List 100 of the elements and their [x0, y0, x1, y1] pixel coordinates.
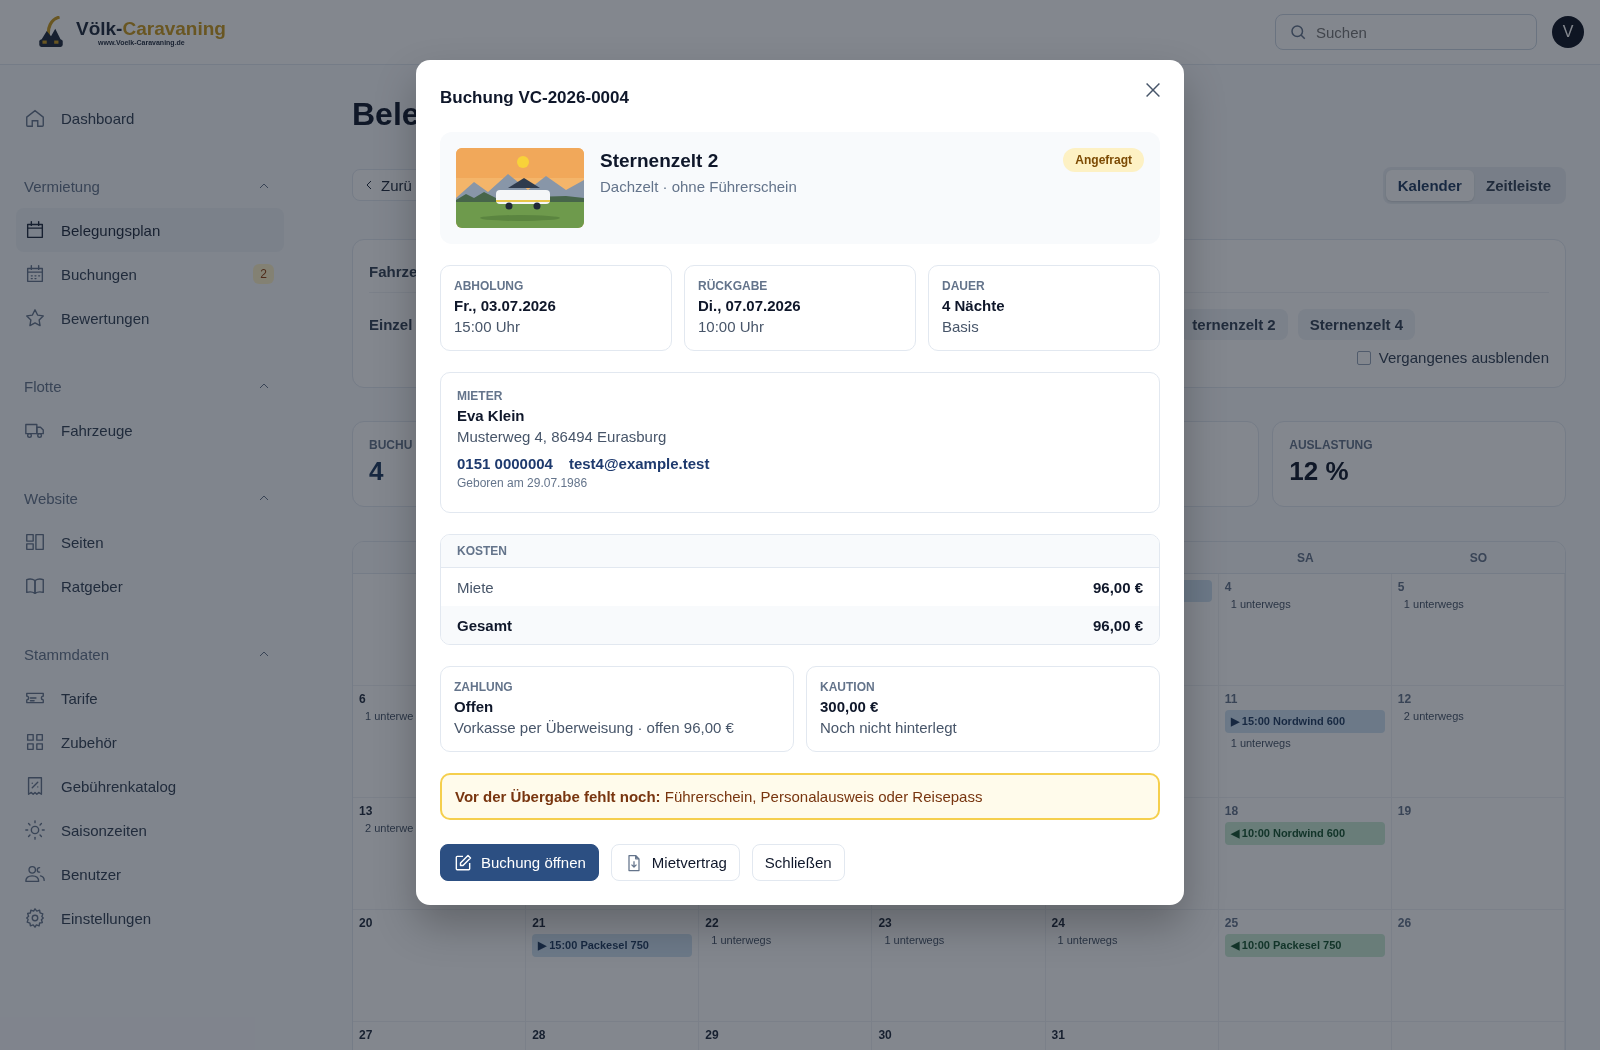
- sidebar-item[interactable]: Belegungsplan: [16, 208, 284, 252]
- info-detail: Vorkasse per Überweisung · offen 96,00 €: [454, 719, 735, 736]
- day-note: 2 unterwe: [364, 822, 415, 834]
- info-label: MIETER: [457, 389, 504, 403]
- layout-icon: [24, 531, 46, 553]
- section-header[interactable]: Flotte: [16, 364, 284, 408]
- day-number: 5: [1397, 580, 1406, 594]
- day-number: 13: [359, 804, 374, 818]
- calendar-icon: [24, 263, 46, 285]
- checkbox[interactable]: [1356, 350, 1371, 365]
- home-icon: [24, 107, 46, 129]
- stat-label: AUSLASTUNG: [1289, 438, 1373, 452]
- vehicle-subtitle: Dachzelt · ohne Führerschein: [600, 178, 798, 195]
- info-label: DAUER: [942, 279, 986, 293]
- day-number: 29: [705, 1028, 720, 1042]
- close-dialog-button[interactable]: Schließen: [751, 844, 845, 881]
- view-tab[interactable]: Kalender: [1385, 169, 1474, 201]
- calendar-icon: [24, 219, 46, 241]
- page-title: Bele: [352, 95, 420, 134]
- table-header: KOSTEN: [457, 544, 507, 558]
- sidebar-item[interactable]: Zubehör: [16, 720, 284, 764]
- day-number: 31: [1051, 1028, 1066, 1042]
- weekday-label: SO: [1469, 550, 1488, 565]
- booking-event[interactable]: ▶ 15:00 Packesel 750: [532, 934, 693, 957]
- day-note: 1 unterwegs: [710, 934, 773, 946]
- sidebar-item[interactable]: Ratgeber: [16, 564, 284, 608]
- dialog-title: Buchung VC-2026-0004: [440, 88, 629, 108]
- search-field[interactable]: Suchen: [1275, 14, 1537, 50]
- cost-label: Miete: [457, 578, 494, 596]
- sidebar-item[interactable]: Fahrzeuge: [16, 408, 284, 452]
- status-badge: Angefragt: [1063, 148, 1144, 172]
- sidebar-item[interactable]: Saisonzeiten: [16, 808, 284, 852]
- info-label: KAUTION: [820, 680, 876, 694]
- section-header[interactable]: Stammdaten: [16, 632, 284, 676]
- booking-event[interactable]: ◀ 10:00 Nordwind 600: [1224, 822, 1385, 845]
- booking-event[interactable]: ▶ 15:00 Nordwind 600: [1224, 710, 1385, 733]
- info-detail: Basis: [942, 318, 980, 335]
- day-number: 4: [1224, 580, 1233, 594]
- day-number: 26: [1397, 916, 1413, 930]
- day-note: 1 unterwe: [364, 710, 415, 722]
- info-label: ZAHLUNG: [454, 680, 514, 694]
- day-number: 25: [1224, 916, 1240, 930]
- day-number: 28: [532, 1028, 547, 1042]
- day-number: 18: [1224, 804, 1240, 818]
- day-number: 23: [878, 916, 893, 930]
- day-note: 1 unterwegs: [1402, 598, 1465, 610]
- day-number: 20: [359, 916, 374, 930]
- cost-amount: 96,00 €: [1092, 578, 1143, 596]
- star-icon: [24, 307, 46, 329]
- day-number: 6: [359, 692, 367, 706]
- phone-link[interactable]: 0151 0000004: [457, 455, 553, 472]
- day-number: 30: [878, 1028, 893, 1042]
- open-booking-button[interactable]: Buchung öffnen: [440, 844, 599, 881]
- email-link[interactable]: test4@example.test: [568, 455, 710, 472]
- count-badge: 2: [253, 264, 274, 284]
- info-label: RÜCKGABE: [698, 279, 769, 293]
- info-label: ABHOLUNG: [454, 279, 525, 293]
- booking-event[interactable]: ◀ 10:00 Packesel 750: [1224, 934, 1385, 957]
- info-detail: 15:00 Uhr: [454, 318, 521, 335]
- section-header[interactable]: Vermietung: [16, 164, 284, 208]
- day-note: 1 unterwegs: [1229, 737, 1292, 749]
- filter-label: Fahrze: [369, 262, 418, 280]
- logo-icon: [38, 16, 64, 48]
- cost-label: Gesamt: [457, 616, 513, 634]
- day-number: 27: [359, 1028, 374, 1042]
- sidebar-item[interactable]: Tarife: [16, 676, 284, 720]
- contract-button[interactable]: Mietvertrag: [610, 844, 740, 881]
- sidebar-item[interactable]: Benutzer: [16, 852, 284, 896]
- sidebar-item[interactable]: Dashboard: [16, 96, 284, 140]
- logo-wordmark: Völk-Caravaning: [76, 18, 226, 39]
- sidebar-item[interactable]: Einstellungen: [16, 896, 284, 940]
- section-header[interactable]: Website: [16, 476, 284, 520]
- stat-value: 4: [369, 456, 384, 487]
- day-number: 12: [1397, 692, 1413, 706]
- stat-value: 12 %: [1289, 456, 1349, 487]
- book-icon: [24, 575, 46, 597]
- vehicle-name: Sternenzelt 2: [600, 150, 720, 172]
- info-value: 4 Nächte: [942, 297, 1006, 314]
- grid-icon: [24, 731, 46, 753]
- view-tab[interactable]: Zeitleiste: [1473, 169, 1563, 201]
- info-value: Fr., 03.07.2026: [454, 297, 557, 314]
- sidebar-item[interactable]: Seiten: [16, 520, 284, 564]
- day-note: 1 unterwegs: [883, 934, 946, 946]
- info-value: Di., 07.07.2026: [698, 297, 802, 314]
- warning-text: Vor der Übergabe fehlt noch: Führerschein, Personalausweis oder Reisepass: [455, 788, 983, 805]
- info-value: Offen: [454, 698, 495, 715]
- day-note: 1 unterwegs: [1229, 598, 1292, 610]
- sidebar-item[interactable]: Buchungen 2: [16, 252, 284, 296]
- user-avatar[interactable]: V: [1552, 16, 1584, 48]
- day-number: 24: [1051, 916, 1066, 930]
- users-icon: [24, 863, 46, 885]
- sun-icon: [24, 819, 46, 841]
- day-note: 1 unterwegs: [1056, 934, 1119, 946]
- sidebar-item[interactable]: Bewertungen: [16, 296, 284, 340]
- hide-past-checkbox[interactable]: Vergangenes ausblenden: [1356, 349, 1549, 366]
- day-number: 19: [1397, 804, 1413, 818]
- day-number: 22: [705, 916, 720, 930]
- sidebar-item[interactable]: Gebührenkatalog: [16, 764, 284, 808]
- vehicle-chip[interactable]: Sternenzelt 4: [1297, 308, 1416, 340]
- settings-icon: [24, 907, 46, 929]
